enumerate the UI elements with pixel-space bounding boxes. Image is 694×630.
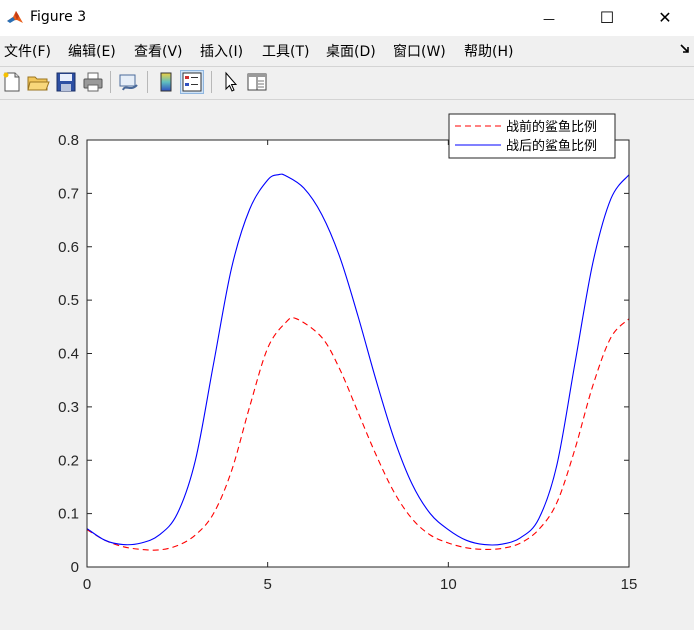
new-figure-icon xyxy=(3,72,20,92)
pointer-button[interactable] xyxy=(218,70,242,94)
link-plot-button[interactable] xyxy=(117,70,141,94)
toolbar-separator xyxy=(147,71,148,93)
toolbar-separator xyxy=(110,71,111,93)
maximize-button[interactable]: ☐ xyxy=(578,0,636,36)
x-tick-label: 15 xyxy=(621,576,638,593)
x-tick-label: 0 xyxy=(83,576,91,593)
y-tick-label: 0.7 xyxy=(58,185,79,202)
y-tick-label: 0.1 xyxy=(58,506,79,523)
y-tick-label: 0.4 xyxy=(58,346,79,363)
link-plot-icon xyxy=(119,74,138,91)
menu-file[interactable]: 文件(F) xyxy=(4,41,51,61)
colorbar-button[interactable] xyxy=(154,70,178,94)
menu-insert[interactable]: 插入(I) xyxy=(200,41,243,61)
menu-help[interactable]: 帮助(H) xyxy=(464,41,513,61)
toolbar xyxy=(0,66,694,100)
minimize-icon: — xyxy=(543,12,555,26)
legend[interactable]: 战前的鲨鱼比例战后的鲨鱼比例 xyxy=(448,113,616,159)
pointer-icon xyxy=(225,71,238,92)
menu-view[interactable]: 查看(V) xyxy=(134,41,183,61)
property-editor-icon xyxy=(247,73,267,91)
matlab-icon xyxy=(6,8,24,26)
open-file-button[interactable] xyxy=(26,70,50,94)
legend-label-1: 战前的鲨鱼比例 xyxy=(506,119,597,135)
close-button[interactable]: ✕ xyxy=(636,0,694,36)
x-tick-label: 10 xyxy=(440,576,457,593)
title-bar: Figure 3 — ☐ ✕ xyxy=(0,0,694,36)
y-tick-label: 0.3 xyxy=(58,399,79,416)
line-chart: 0 5 10 15 0 0.1 0.2 0.3 0.4 0.5 0.6 0.7 0.8 战前的鲨鱼比例战… xyxy=(58,113,638,593)
menu-window[interactable]: 窗口(W) xyxy=(393,41,446,61)
new-figure-button[interactable] xyxy=(0,70,24,94)
figure-canvas: 0 5 10 15 0 0.1 0.2 0.3 0.4 0.5 0.6 0.7 0.8 战前的鲨鱼比例战… xyxy=(0,100,694,626)
close-icon: ✕ xyxy=(658,8,672,27)
dock-arrow-icon[interactable] xyxy=(680,44,690,54)
window-title: Figure 3 xyxy=(30,9,87,25)
save-icon xyxy=(56,72,76,92)
colorbar-icon xyxy=(160,72,172,92)
legend-button[interactable] xyxy=(180,70,204,94)
print-button[interactable] xyxy=(81,70,105,94)
menu-tools[interactable]: 工具(T) xyxy=(262,41,309,61)
axes-background xyxy=(87,140,629,567)
legend-icon xyxy=(182,72,202,92)
menu-desktop[interactable]: 桌面(D) xyxy=(326,41,376,61)
maximize-icon: ☐ xyxy=(599,8,615,27)
property-editor-button[interactable] xyxy=(245,70,269,94)
y-tick-label: 0 xyxy=(71,559,79,576)
menu-bar: 文件(F) 编辑(E) 查看(V) 插入(I) 工具(T) 桌面(D) 窗口(W… xyxy=(0,38,694,64)
legend-label-2: 战后的鲨鱼比例 xyxy=(506,138,597,154)
open-file-icon xyxy=(27,76,50,91)
y-tick-label: 0.6 xyxy=(58,239,79,256)
y-tick-label: 0.8 xyxy=(58,132,79,149)
minimize-button[interactable]: — xyxy=(520,0,578,36)
save-button[interactable] xyxy=(54,70,78,94)
print-icon xyxy=(83,72,103,92)
x-tick-label: 5 xyxy=(263,576,271,593)
y-tick-label: 0.5 xyxy=(58,292,79,309)
toolbar-separator xyxy=(211,71,212,93)
y-tick-label: 0.2 xyxy=(58,452,79,469)
menu-edit[interactable]: 编辑(E) xyxy=(68,41,116,61)
